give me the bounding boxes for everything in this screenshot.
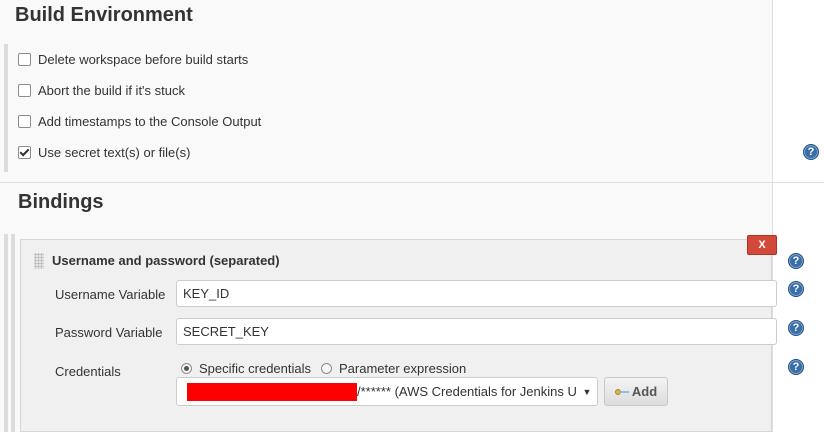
option-abort-stuck[interactable]: Abort the build if it's stuck (18, 83, 185, 98)
username-variable-label: Username Variable (55, 287, 166, 302)
section-divider (0, 182, 824, 183)
help-icon[interactable]: ? (803, 144, 819, 160)
option-add-timestamps[interactable]: Add timestamps to the Console Output (18, 114, 261, 129)
option-label: Delete workspace before build starts (38, 52, 249, 67)
bindings-indent-bar (4, 234, 8, 432)
radio-specific-credentials[interactable] (181, 363, 192, 374)
option-label: Use secret text(s) or file(s) (38, 145, 191, 160)
username-variable-input[interactable] (176, 280, 777, 307)
binding-panel-title: Username and password (separated) (52, 253, 280, 268)
redacted-region (187, 382, 357, 401)
delete-binding-button[interactable]: X (747, 235, 777, 255)
option-label: Add timestamps to the Console Output (38, 114, 262, 129)
add-button-label: Add (631, 384, 658, 399)
chevron-down-icon: ▼ (582, 386, 592, 397)
help-icon[interactable]: ? (788, 320, 804, 336)
section-indent-bar (4, 44, 8, 172)
drag-handle-icon[interactable] (34, 253, 44, 269)
option-use-secret-text[interactable]: Use secret text(s) or file(s) (18, 145, 190, 160)
binding-indent-bar (11, 234, 15, 432)
add-credentials-button[interactable]: Add (604, 377, 668, 406)
credentials-select[interactable]: /****** (AWS Credentials for Jenkins U ▼ (176, 377, 598, 406)
help-icon[interactable]: ? (788, 253, 804, 269)
checkbox[interactable] (18, 115, 31, 128)
checkbox[interactable] (18, 84, 31, 97)
checkbox[interactable] (18, 53, 31, 66)
credentials-mode-radios: Specific credentials Parameter expressio… (181, 361, 476, 376)
radio-specific-label[interactable]: Specific credentials (199, 361, 311, 376)
radio-parameter-expression[interactable] (321, 363, 332, 374)
password-variable-input[interactable] (176, 318, 777, 345)
key-icon (614, 388, 629, 396)
help-icon[interactable]: ? (788, 359, 804, 375)
password-variable-label: Password Variable (55, 325, 163, 340)
option-label: Abort the build if it's stuck (38, 83, 185, 98)
checkbox-checked[interactable] (18, 146, 31, 159)
section-title-build-environment: Build Environment (15, 4, 193, 26)
radio-parameter-label[interactable]: Parameter expression (339, 361, 466, 376)
section-title-bindings: Bindings (18, 191, 104, 213)
credentials-label: Credentials (55, 364, 121, 379)
option-delete-workspace[interactable]: Delete workspace before build starts (18, 52, 248, 67)
help-icon[interactable]: ? (788, 281, 804, 297)
credentials-selected-value: /****** (AWS Credentials for Jenkins U (357, 384, 577, 399)
